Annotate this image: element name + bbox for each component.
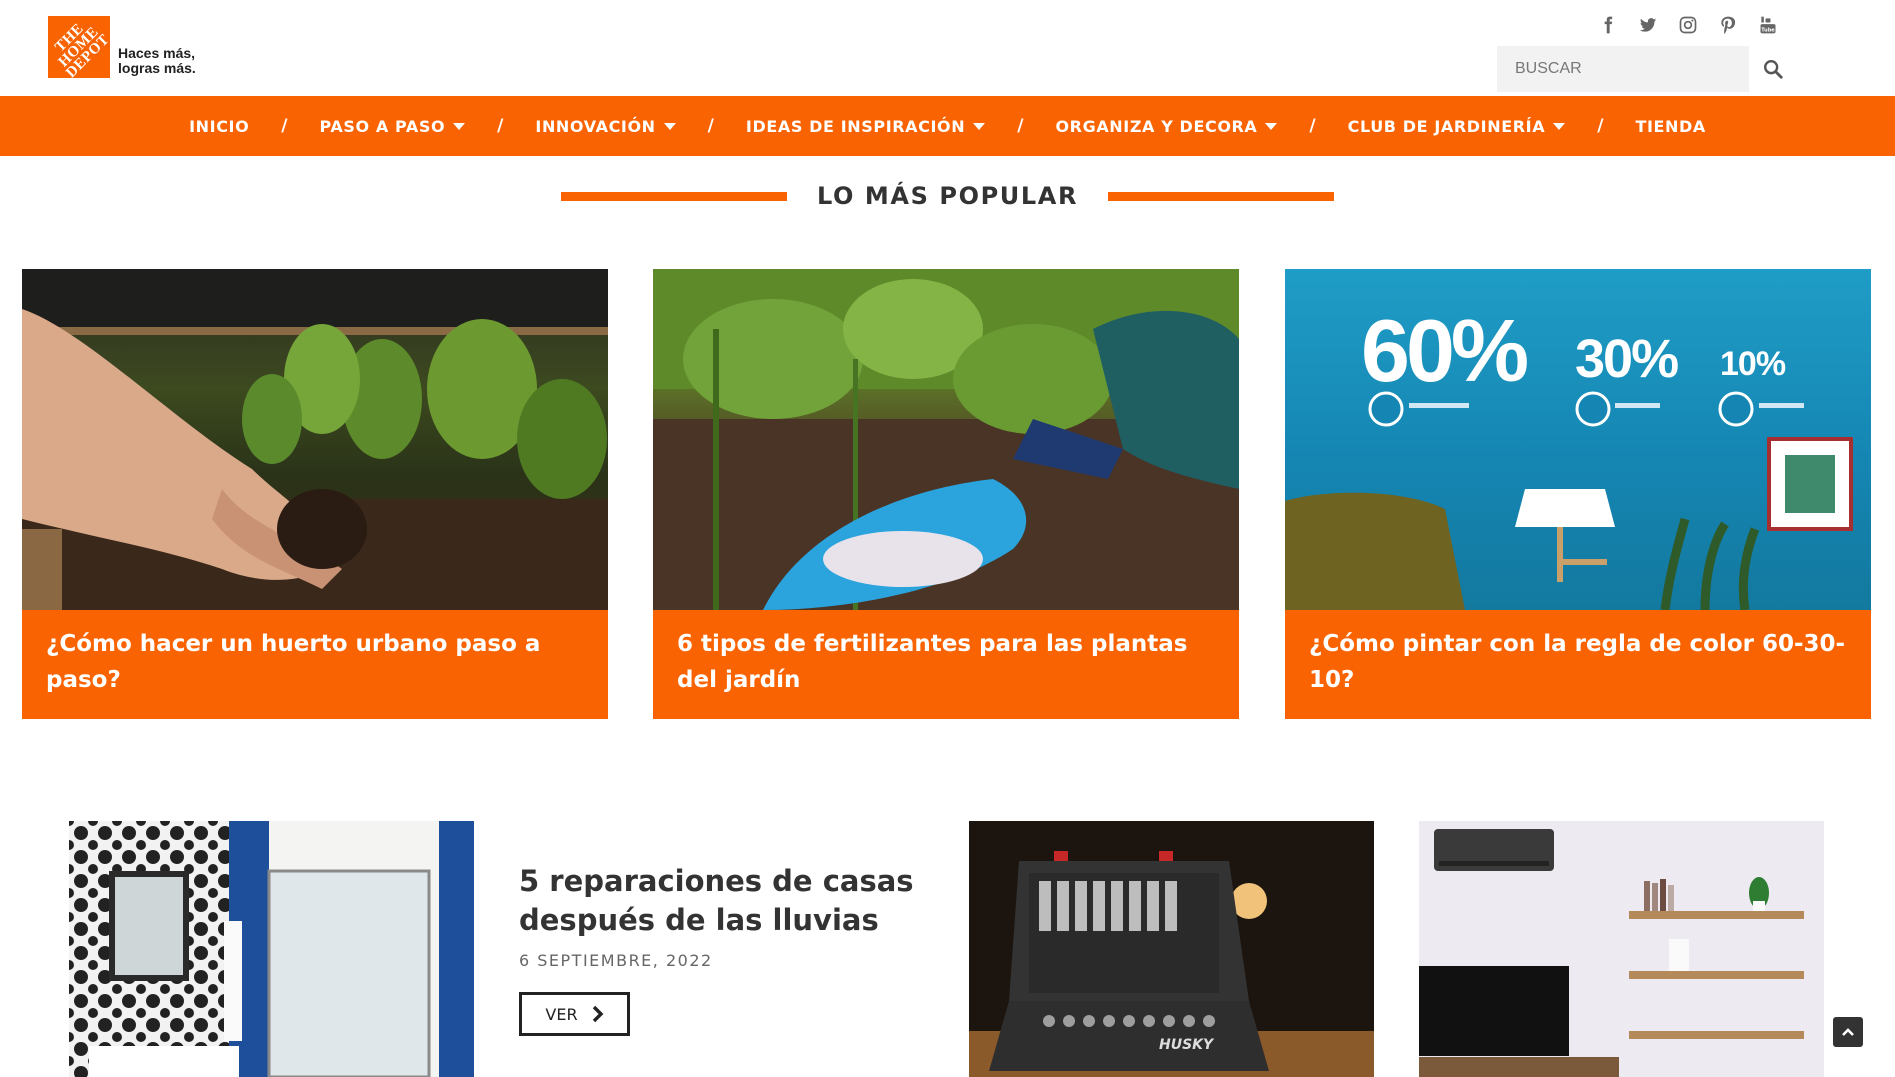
nav-item-club-de-jardineria[interactable]: CLUB DE JARDINERÍA [1342, 117, 1572, 136]
title-decor-line-left [560, 191, 787, 201]
tagline-line-1: Haces más, [118, 45, 196, 61]
nav-label: INICIO [189, 116, 250, 136]
nav-item-ideas-de-inspiracion[interactable]: IDEAS DE INSPIRACIÓN [740, 117, 991, 136]
nav-item-innovacion[interactable]: INNOVACIÓN [529, 117, 681, 136]
social-links: Tube [1597, 14, 1779, 36]
card-image-trowel-fertilizer[interactable] [653, 269, 1239, 610]
caret-down-icon [1553, 122, 1566, 130]
facebook-icon[interactable] [1597, 14, 1619, 36]
featured-article: 5 reparaciones de casas después de las l… [519, 862, 919, 1036]
search-input[interactable] [1515, 60, 1715, 78]
site-header: THE HOME DEPOT Haces más, logras más. Tu… [0, 0, 1895, 96]
main-navigation: INICIO / PASO A PASO / INNOVACIÓN / IDEA… [0, 96, 1895, 156]
article-date: 6 SEPTIEMBRE, 2022 [519, 951, 713, 970]
image-text-10: 10% [1720, 345, 1786, 383]
article-title[interactable]: 5 reparaciones de casas después de las l… [519, 862, 919, 940]
image-text-60: 60% [1361, 301, 1527, 400]
nav-label: IDEAS DE INSPIRACIÓN [745, 116, 966, 136]
chevron-up-icon [1842, 1028, 1854, 1036]
popular-card-huerto[interactable]: ¿Cómo hacer un huerto urbano paso a paso… [22, 269, 608, 719]
tagline-line-2: logras más. [118, 60, 196, 76]
caret-down-icon [973, 122, 986, 130]
twitter-icon[interactable] [1637, 14, 1659, 36]
card-title[interactable]: 6 tipos de fertilizantes para las planta… [653, 610, 1239, 719]
nav-item-tienda[interactable]: TIENDA [1629, 117, 1711, 136]
nav-label: PASO A PASO [319, 116, 446, 136]
search-icon[interactable] [1760, 56, 1786, 82]
scroll-to-top-button[interactable] [1833, 1017, 1863, 1047]
popular-section-title: LO MÁS POPULAR [816, 182, 1079, 210]
popular-card-fertilizantes[interactable]: 6 tipos de fertilizantes para las planta… [653, 269, 1239, 719]
nav-separator: / [281, 116, 288, 136]
nav-separator: / [497, 116, 504, 136]
search-box [1497, 46, 1749, 92]
popular-section-header: LO MÁS POPULAR [0, 182, 1895, 210]
card-title[interactable]: ¿Cómo hacer un huerto urbano paso a paso… [22, 610, 608, 719]
svg-text:Tube: Tube [1761, 27, 1775, 33]
chevron-right-icon [592, 1005, 603, 1023]
nav-separator: / [1017, 116, 1024, 136]
home-depot-logo[interactable]: THE HOME DEPOT [48, 16, 110, 78]
youtube-icon[interactable]: Tube [1757, 14, 1779, 36]
nav-label: INNOVACIÓN [535, 116, 656, 136]
card-image-hands-planting[interactable] [22, 269, 608, 610]
card-image-60-30-10-room[interactable]: 60% 30% 10% [1285, 269, 1871, 610]
image-text-30: 30% [1575, 329, 1678, 389]
pinterest-icon[interactable] [1717, 14, 1739, 36]
nav-label: CLUB DE JARDINERÍA [1347, 116, 1546, 136]
caret-down-icon [663, 122, 676, 130]
nav-item-inicio[interactable]: INICIO [183, 117, 255, 136]
nav-separator: / [707, 116, 714, 136]
ver-button[interactable]: VER [519, 992, 630, 1036]
husky-brand-text: HUSKY [1159, 1037, 1215, 1053]
nav-item-paso-a-paso[interactable]: PASO A PASO [314, 117, 472, 136]
tagline: Haces más, logras más. [118, 46, 196, 76]
title-decor-line-right [1108, 191, 1335, 201]
nav-label: TIENDA [1635, 116, 1706, 136]
caret-down-icon [453, 122, 466, 130]
nav-separator: / [1597, 116, 1604, 136]
card-title[interactable]: ¿Cómo pintar con la regla de color 60-30… [1285, 610, 1871, 719]
article-image-bathroom[interactable] [69, 821, 474, 1077]
popular-card-regla-de-color[interactable]: 60% 30% 10% ¿Cómo pintar con la regla de… [1285, 269, 1871, 719]
ver-button-label: VER [545, 1004, 578, 1024]
article-image-living-room-shelves[interactable] [1419, 821, 1824, 1077]
instagram-icon[interactable] [1677, 14, 1699, 36]
nav-separator: / [1309, 116, 1316, 136]
caret-down-icon [1265, 122, 1278, 130]
nav-item-organiza-y-decora[interactable]: ORGANIZA Y DECORA [1049, 117, 1283, 136]
logo-text: THE HOME DEPOT [52, 20, 110, 78]
article-image-husky-toolset[interactable]: HUSKY [969, 821, 1374, 1077]
nav-label: ORGANIZA Y DECORA [1055, 116, 1258, 136]
